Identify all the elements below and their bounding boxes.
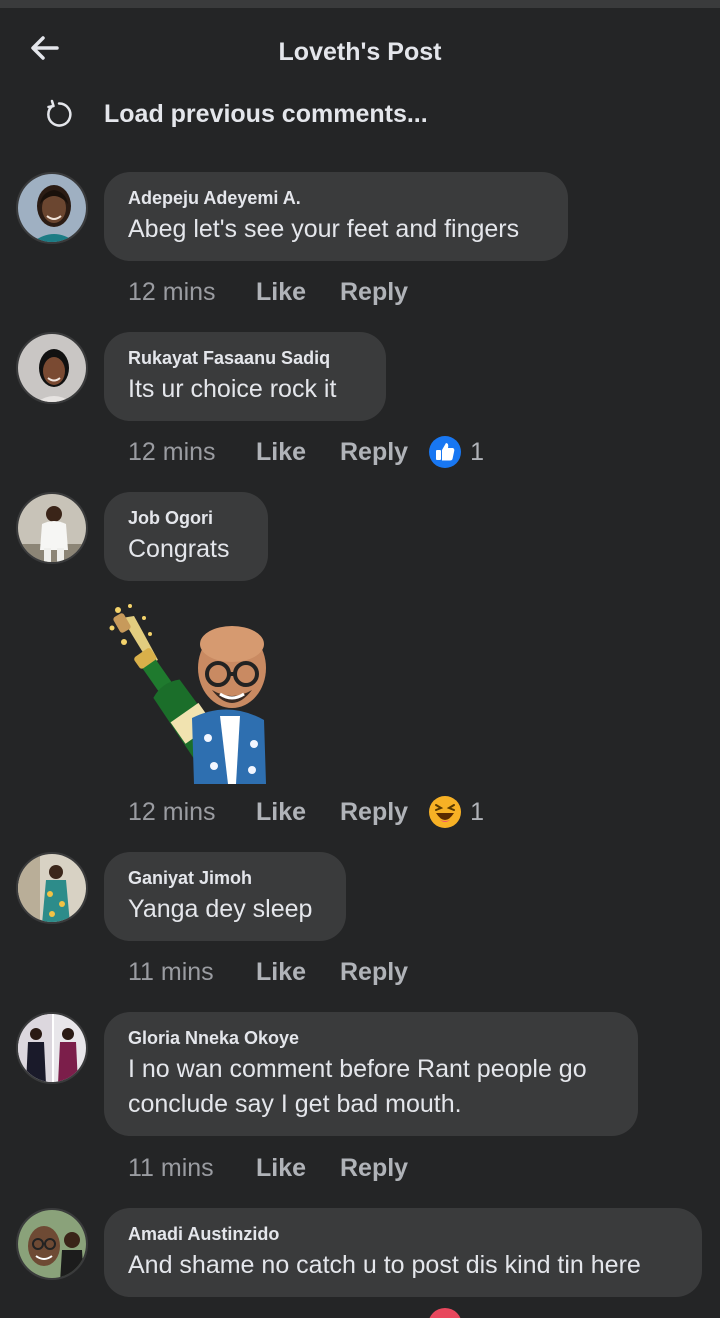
comment-bubble: Gloria Nneka Okoye I no wan comment befo… (104, 1012, 638, 1136)
like-button[interactable]: Like (256, 798, 340, 827)
comment-author[interactable]: Adepeju Adeyemi A. (128, 186, 544, 210)
refresh-icon (47, 99, 72, 127)
like-button[interactable]: Like (256, 278, 340, 307)
comment-text: Congrats (128, 535, 230, 563)
top-strip (0, 0, 720, 8)
comment-bubble: Job Ogori Congrats (104, 492, 268, 581)
like-reaction-icon (429, 436, 462, 468)
comment-text: Abeg let's see your feet and fingers (128, 215, 520, 243)
reply-button[interactable]: Reply (340, 438, 408, 467)
like-button[interactable]: Like (256, 438, 340, 467)
comment-bubble: Adepeju Adeyemi A. Abeg let's see your f… (104, 172, 568, 261)
haha-reaction-icon (429, 796, 462, 828)
comment-text: Its ur choice rock it (128, 375, 337, 403)
avatar[interactable] (16, 172, 88, 244)
notification-dot (428, 1308, 462, 1318)
reply-button[interactable]: Reply (340, 958, 408, 987)
avatar[interactable] (16, 332, 88, 404)
load-previous-label: Load previous comments... (104, 99, 428, 128)
reply-button[interactable]: Reply (340, 278, 408, 307)
comment-text-line-2: conclude say I get bad mouth. (128, 1090, 462, 1118)
comment-actions: 12 mins Like Reply (128, 272, 408, 312)
comment-actions: 11 mins Like Reply (128, 952, 408, 992)
comment-author[interactable]: Amadi Austinzido (128, 1222, 678, 1246)
comment-author[interactable]: Gloria Nneka Okoye (128, 1026, 614, 1050)
comment-author[interactable]: Ganiyat Jimoh (128, 866, 322, 890)
avatar[interactable] (16, 1012, 88, 1084)
comment-text: Yanga dey sleep (128, 895, 313, 923)
comment-time: 11 mins (128, 957, 214, 986)
like-button[interactable]: Like (256, 1154, 340, 1183)
avatar-champagne-sticker[interactable] (104, 598, 274, 784)
reply-button[interactable]: Reply (340, 1154, 408, 1183)
comment-time: 12 mins (128, 437, 216, 466)
avatar[interactable] (16, 852, 88, 924)
header: Loveth's Post (0, 8, 720, 88)
comment-bubble: Rukayat Fasaanu Sadiq Its ur choice rock… (104, 332, 386, 421)
comment-author[interactable]: Job Ogori (128, 506, 244, 530)
comment-text-line-1: I no wan comment before Rant people go (128, 1055, 587, 1083)
page-title: Loveth's Post (278, 38, 442, 66)
comment-actions: 11 mins Like Reply (128, 1148, 408, 1188)
reaction-summary[interactable]: 1 (428, 435, 484, 469)
comment-time: 11 mins (128, 1153, 214, 1182)
comment-actions: 12 mins Like Reply 1 (128, 432, 484, 472)
comment-text: And shame no catch u to post dis kind ti… (128, 1251, 641, 1279)
comment-actions: 12 mins Like Reply 1 (128, 792, 484, 832)
comment-bubble: Ganiyat Jimoh Yanga dey sleep (104, 852, 346, 941)
like-button[interactable]: Like (256, 958, 340, 987)
avatar[interactable] (16, 1208, 88, 1280)
comment-time: 12 mins (128, 277, 216, 306)
avatar[interactable] (16, 492, 88, 564)
comment-bubble: Amadi Austinzido And shame no catch u to… (104, 1208, 702, 1297)
comment-time: 12 mins (128, 797, 216, 826)
reaction-summary[interactable]: 1 (428, 795, 484, 829)
comment-author[interactable]: Rukayat Fasaanu Sadiq (128, 346, 362, 370)
load-previous-comments[interactable]: Load previous comments... (40, 92, 428, 136)
reaction-count: 1 (470, 797, 484, 826)
reaction-count: 1 (470, 437, 484, 466)
reply-button[interactable]: Reply (340, 798, 408, 827)
